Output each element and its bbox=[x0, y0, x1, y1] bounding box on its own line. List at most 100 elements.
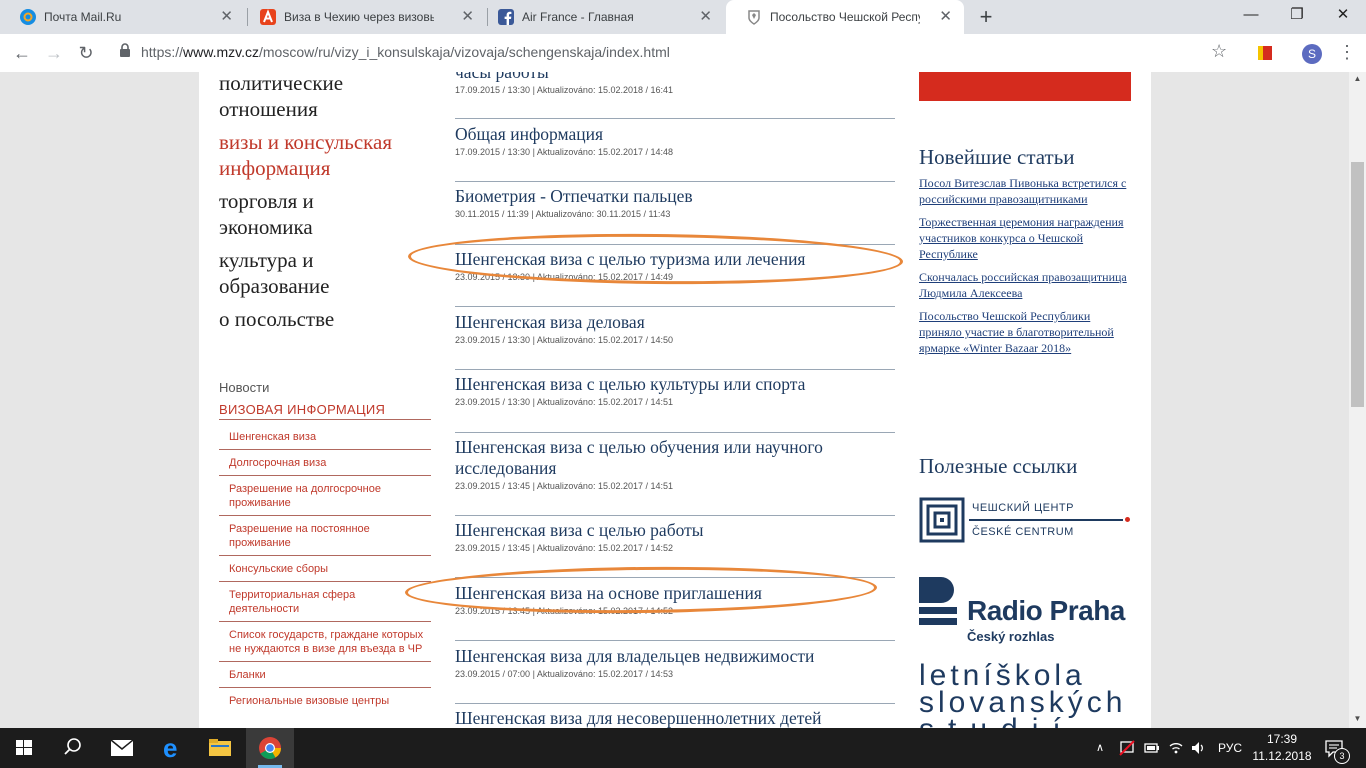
radio-praha-name: Radio Praha bbox=[967, 595, 1125, 626]
subnav-item[interactable]: Долгосрочная виза bbox=[219, 450, 431, 476]
maximize-button[interactable]: ❐ bbox=[1274, 0, 1320, 30]
wifi-icon[interactable] bbox=[1168, 740, 1184, 756]
news-link[interactable]: Скончалась российская правозащитница Люд… bbox=[919, 269, 1131, 301]
news-link[interactable]: Торжественная церемония награждения учас… bbox=[919, 214, 1131, 262]
article-title[interactable]: Шенгенская виза для владельцев недвижимо… bbox=[455, 646, 895, 667]
subnav-item[interactable]: Бланки bbox=[219, 662, 431, 688]
subnav-item[interactable]: Разрешение на долгосрочное проживание bbox=[219, 476, 431, 516]
radio-praha-emblem-icon bbox=[919, 577, 957, 625]
address-bar[interactable]: https://www.mzv.cz/moscow/ru/vizy_i_kons… bbox=[141, 44, 670, 60]
article-meta: 17.09.2015 / 13:30 | Aktualizováno: 15.0… bbox=[455, 85, 674, 95]
file-explorer-icon[interactable] bbox=[196, 728, 244, 768]
tab-air-france[interactable]: Air France - Главная ✕ bbox=[478, 0, 724, 34]
mail-ru-icon bbox=[20, 9, 36, 25]
radio-praha-logo[interactable]: Radio Praha Český rozhlas bbox=[919, 577, 1134, 647]
school-line: slovanských bbox=[919, 686, 1127, 719]
article-title[interactable]: Шенгенская виза деловая bbox=[455, 312, 895, 333]
article-title[interactable]: Шенгенская виза с целью культуры или спо… bbox=[455, 374, 895, 395]
page-scrollbar[interactable]: ▲ ▼ bbox=[1349, 72, 1366, 728]
facebook-icon bbox=[498, 9, 514, 25]
windows-taskbar: e ∧ РУС 17:39 11.12.2018 3 bbox=[0, 728, 1366, 768]
url-path: /moscow/ru/vizy_i_konsulskaja/vizovaja/s… bbox=[259, 44, 670, 60]
nav-visas[interactable]: визы и консульская информация bbox=[219, 129, 429, 181]
subnav-item[interactable]: Разрешение на постоянное проживание bbox=[219, 516, 431, 556]
visa-subnav: Шенгенская виза Долгосрочная виза Разреш… bbox=[219, 424, 431, 713]
tab-label: Air France - Главная bbox=[522, 10, 634, 24]
back-button[interactable]: ← bbox=[10, 41, 34, 65]
tab-embassy[interactable]: Посольство Чешской Республи ✕ bbox=[726, 0, 964, 34]
school-line: letníškola bbox=[919, 659, 1086, 692]
news-link[interactable]: Посольство Чешской Республики приняло уч… bbox=[919, 308, 1131, 356]
bookmark-star-icon[interactable]: ☆ bbox=[1211, 41, 1227, 62]
article-title[interactable]: Шенгенская виза для несовершеннолетних д… bbox=[455, 708, 895, 728]
clock[interactable]: 17:39 11.12.2018 bbox=[1252, 731, 1312, 765]
news-links: Посол Витезслав Пивонька встретился с ро… bbox=[919, 175, 1131, 363]
forward-button[interactable]: → bbox=[42, 41, 66, 65]
close-window-button[interactable]: ✕ bbox=[1320, 0, 1366, 30]
article-title[interactable]: Общая информация bbox=[455, 124, 895, 145]
czech-center-emblem-icon bbox=[919, 497, 965, 543]
tab-mail-ru[interactable]: Почта Mail.Ru ✕ bbox=[0, 0, 245, 34]
language-indicator[interactable]: РУС bbox=[1218, 728, 1242, 768]
reload-button[interactable]: ↻ bbox=[74, 41, 98, 65]
news-link[interactable]: Посол Витезслав Пивонька встретился с ро… bbox=[919, 175, 1131, 207]
scroll-thumb[interactable] bbox=[1351, 162, 1364, 407]
divider bbox=[455, 432, 895, 433]
article-meta: 23.09.2015 / 13:30 | Aktualizováno: 15.0… bbox=[455, 335, 674, 345]
scroll-down-icon[interactable]: ▼ bbox=[1349, 714, 1366, 723]
profile-avatar[interactable]: S bbox=[1302, 44, 1322, 64]
nav-trade[interactable]: торговля и экономика bbox=[219, 188, 369, 240]
divider bbox=[455, 703, 895, 704]
scroll-up-icon[interactable]: ▲ bbox=[1349, 74, 1366, 83]
summer-school-logo[interactable]: letníškola slovanských studií bbox=[919, 659, 1139, 729]
flag-extension-icon[interactable] bbox=[1258, 46, 1272, 60]
close-icon[interactable]: ✕ bbox=[939, 0, 952, 34]
article-title[interactable]: Биометрия - Отпечатки пальцев bbox=[455, 186, 895, 207]
article-title[interactable]: часы работы bbox=[455, 72, 895, 83]
red-banner[interactable] bbox=[919, 72, 1131, 101]
minimize-button[interactable]: — bbox=[1228, 0, 1274, 30]
divider bbox=[455, 515, 895, 516]
emblem-icon bbox=[748, 10, 760, 25]
divider bbox=[455, 181, 895, 182]
subnav-item[interactable]: Шенгенская виза bbox=[219, 424, 431, 450]
subnav-item[interactable]: Региональные визовые центры bbox=[219, 688, 431, 713]
url-host: www.mzv.cz bbox=[183, 44, 259, 60]
battery-icon[interactable] bbox=[1144, 741, 1160, 755]
subnav-item[interactable]: Список государств, граждане которых не н… bbox=[219, 622, 431, 662]
notification-count-badge: 3 bbox=[1334, 748, 1350, 764]
nav-about[interactable]: о посольстве bbox=[219, 306, 434, 332]
volume-icon[interactable] bbox=[1190, 740, 1206, 756]
close-icon[interactable]: ✕ bbox=[220, 0, 233, 34]
tab-label: Виза в Чехию через визовый це bbox=[284, 10, 434, 24]
article-meta: 23.09.2015 / 07:00 | Aktualizováno: 15.0… bbox=[455, 669, 674, 679]
nav-political[interactable]: политические отношения bbox=[219, 72, 434, 122]
mail-app-icon[interactable] bbox=[98, 728, 146, 768]
close-icon[interactable]: ✕ bbox=[461, 0, 474, 34]
subnav-item[interactable]: Территориальная сфера деятельности bbox=[219, 582, 431, 622]
menu-dots-icon[interactable]: ⋮ bbox=[1338, 42, 1356, 63]
network-warning-icon[interactable] bbox=[1119, 740, 1135, 756]
windows-start-icon[interactable] bbox=[0, 728, 48, 768]
article-title[interactable]: Шенгенская виза с целью обучения или нау… bbox=[455, 437, 895, 479]
divider bbox=[455, 640, 895, 641]
news-section-title[interactable]: Новости bbox=[219, 380, 269, 395]
czech-center-ru: ЧЕШСКИЙ ЦЕНТР bbox=[972, 502, 1074, 514]
chrome-browser-icon[interactable] bbox=[246, 728, 294, 768]
search-icon[interactable] bbox=[48, 728, 96, 768]
tray-expand-icon[interactable]: ∧ bbox=[1096, 728, 1104, 768]
close-icon[interactable]: ✕ bbox=[699, 0, 712, 34]
article-meta: 23.09.2015 / 13:45 | Aktualizováno: 15.0… bbox=[455, 543, 674, 553]
article-item: Биометрия - Отпечатки пальцев 30.11.2015… bbox=[455, 186, 895, 245]
page-content: политические отношения визы и консульска… bbox=[199, 72, 1151, 728]
article-title[interactable]: Шенгенская виза с целью работы bbox=[455, 520, 895, 541]
visa-info-header[interactable]: ВИЗОВАЯ ИНФОРМАЦИЯ bbox=[219, 402, 431, 420]
new-tab-button[interactable]: + bbox=[972, 4, 1000, 32]
tab-visa-center[interactable]: Виза в Чехию через визовый це ✕ bbox=[240, 0, 486, 34]
czech-center-logo[interactable]: ЧЕШСКИЙ ЦЕНТР ČESKÉ CENTRUM bbox=[919, 497, 1131, 547]
nav-culture[interactable]: культура и образование bbox=[219, 247, 369, 299]
subnav-item[interactable]: Консульские сборы bbox=[219, 556, 431, 582]
url-scheme: https:// bbox=[141, 44, 184, 60]
edge-browser-icon[interactable]: e bbox=[148, 728, 196, 768]
article-meta: 30.11.2015 / 11:39 | Aktualizováno: 30.1… bbox=[455, 209, 671, 219]
